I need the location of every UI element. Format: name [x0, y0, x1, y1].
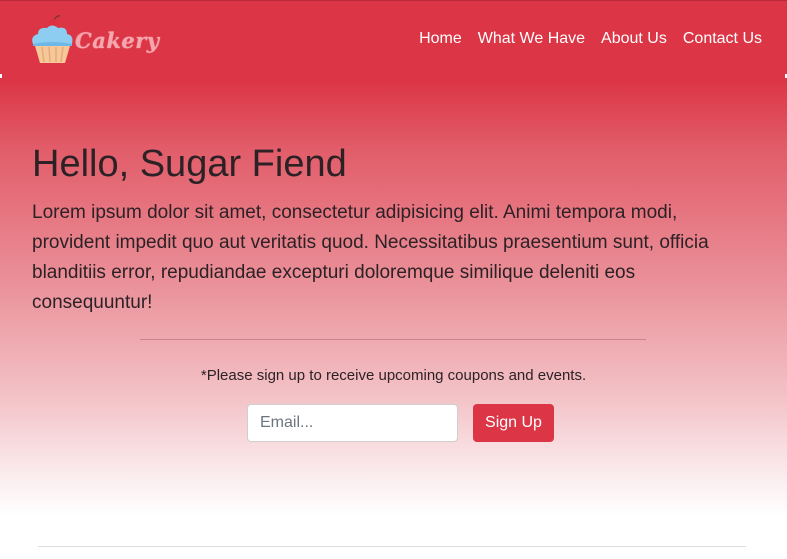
- email-input[interactable]: [247, 404, 458, 442]
- cupcake-icon: [30, 14, 74, 66]
- nav-menu: Home What We Have About Us Contact Us: [419, 30, 762, 48]
- section-divider: [38, 546, 746, 547]
- brand-logo-link[interactable]: Cakery: [30, 13, 160, 67]
- nav-link-contact-us[interactable]: Contact Us: [683, 30, 762, 48]
- navbar: Cakery Home What We Have About Us Contac…: [0, 0, 787, 78]
- nav-link-about-us[interactable]: About Us: [601, 30, 667, 48]
- nav-link-home[interactable]: Home: [419, 30, 462, 48]
- nav-link-what-we-have[interactable]: What We Have: [478, 30, 585, 48]
- page: Cakery Home What We Have About Us Contac…: [0, 0, 787, 559]
- signup-note: *Please sign up to receive upcoming coup…: [200, 367, 587, 384]
- navbar-edge-mark-left: [0, 74, 2, 78]
- brand-name: Cakery: [75, 27, 160, 53]
- hero-title: Hello, Sugar Fiend: [32, 143, 347, 185]
- hero-text: Lorem ipsum dolor sit amet, consectetur …: [32, 202, 709, 313]
- hero-divider: [140, 339, 646, 340]
- sign-up-button[interactable]: Sign Up: [473, 404, 554, 442]
